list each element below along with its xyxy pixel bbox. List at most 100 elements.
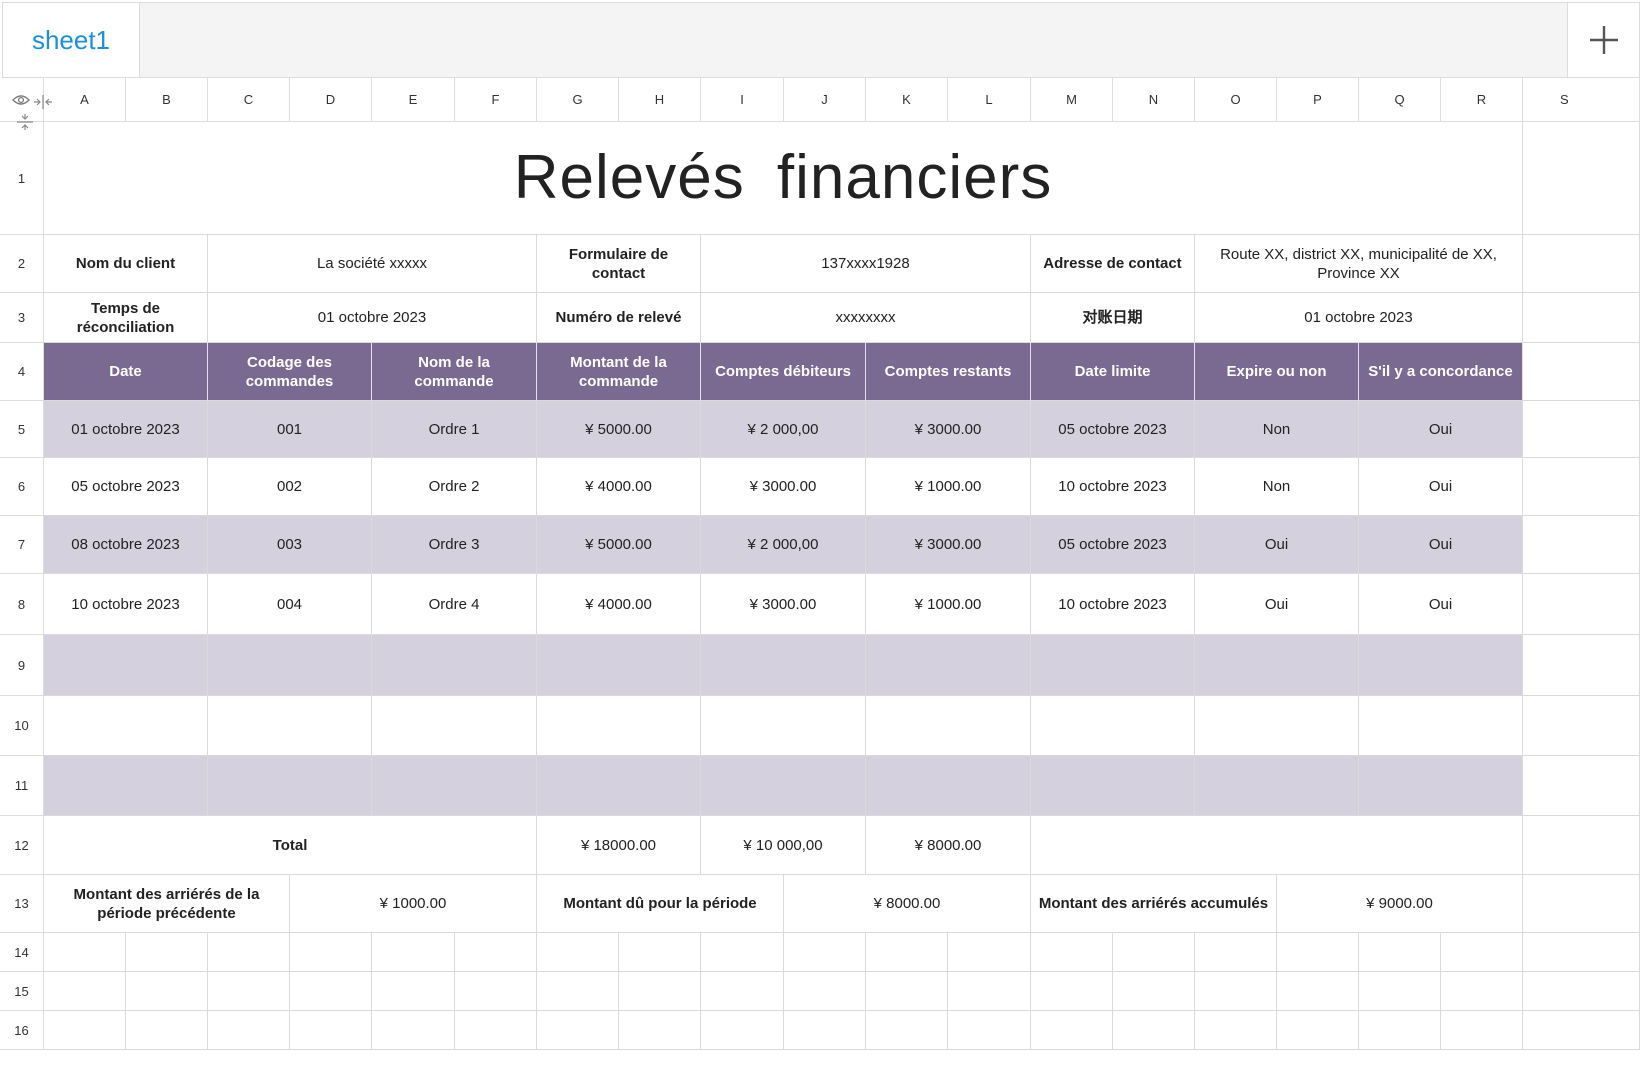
- table-cell[interactable]: Ordre 4: [372, 574, 537, 635]
- table-cell[interactable]: Ordre 1: [372, 401, 537, 458]
- table-cell[interactable]: ¥ 2 000,00: [701, 516, 866, 574]
- column-header-d[interactable]: D: [290, 78, 372, 122]
- empty-cell[interactable]: [1441, 933, 1523, 972]
- empty-cell[interactable]: [1031, 972, 1113, 1011]
- empty-cell[interactable]: [290, 933, 372, 972]
- table-cell[interactable]: Non: [1195, 458, 1359, 516]
- empty-cell[interactable]: [455, 972, 537, 1011]
- empty-cell[interactable]: [1113, 972, 1195, 1011]
- empty-cell[interactable]: [1195, 1011, 1277, 1050]
- statement-number-value[interactable]: xxxxxxxx: [701, 293, 1031, 343]
- table-cell[interactable]: ¥ 1000.00: [866, 458, 1031, 516]
- accum-arrears-label[interactable]: Montant des arriérés accumulés: [1031, 875, 1277, 933]
- column-header-k[interactable]: K: [866, 78, 948, 122]
- row-header-8[interactable]: 8: [0, 574, 44, 635]
- table-header[interactable]: Comptes débiteurs: [701, 343, 866, 401]
- empty-cell[interactable]: [126, 933, 208, 972]
- table-cell[interactable]: ¥ 4000.00: [537, 574, 701, 635]
- table-cell[interactable]: Oui: [1195, 574, 1359, 635]
- eye-icon[interactable]: [12, 94, 30, 106]
- cell-s5[interactable]: [1523, 401, 1640, 458]
- empty-cell[interactable]: [537, 933, 619, 972]
- empty-cell[interactable]: [1359, 1011, 1441, 1050]
- table-cell[interactable]: 002: [208, 458, 372, 516]
- empty-cell[interactable]: [208, 1011, 290, 1050]
- empty-cell[interactable]: [784, 933, 866, 972]
- empty-table-cell[interactable]: [44, 696, 208, 756]
- table-cell[interactable]: 05 octobre 2023: [1031, 401, 1195, 458]
- empty-table-cell[interactable]: [1031, 696, 1195, 756]
- empty-cell[interactable]: [1113, 933, 1195, 972]
- cell-s7[interactable]: [1523, 516, 1640, 574]
- table-cell[interactable]: 10 octobre 2023: [44, 574, 208, 635]
- empty-cell[interactable]: [1523, 972, 1640, 1011]
- empty-table-cell[interactable]: [1359, 696, 1523, 756]
- empty-cell[interactable]: [948, 972, 1031, 1011]
- empty-cell[interactable]: [372, 1011, 455, 1050]
- row-header-15[interactable]: 15: [0, 972, 44, 1011]
- empty-cell[interactable]: [1195, 972, 1277, 1011]
- table-cell[interactable]: 003: [208, 516, 372, 574]
- empty-table-cell[interactable]: [1359, 756, 1523, 816]
- table-cell[interactable]: 10 octobre 2023: [1031, 574, 1195, 635]
- column-header-p[interactable]: P: [1277, 78, 1359, 122]
- empty-cell[interactable]: [537, 1011, 619, 1050]
- empty-cell[interactable]: [1359, 933, 1441, 972]
- row-header-6[interactable]: 6: [0, 458, 44, 516]
- empty-table-cell[interactable]: [372, 756, 537, 816]
- table-cell[interactable]: 01 octobre 2023: [44, 401, 208, 458]
- table-cell[interactable]: Oui: [1195, 516, 1359, 574]
- empty-cell[interactable]: [1359, 972, 1441, 1011]
- column-header-c[interactable]: C: [208, 78, 290, 122]
- column-header-h[interactable]: H: [619, 78, 701, 122]
- empty-table-cell[interactable]: [1195, 756, 1359, 816]
- table-header[interactable]: Codage des commandes: [208, 343, 372, 401]
- sheet-title[interactable]: Relevés financiers: [44, 122, 1523, 235]
- table-header[interactable]: Montant de la commande: [537, 343, 701, 401]
- table-cell[interactable]: ¥ 4000.00: [537, 458, 701, 516]
- empty-table-cell[interactable]: [372, 635, 537, 696]
- empty-table-cell[interactable]: [866, 756, 1031, 816]
- empty-cell[interactable]: [372, 972, 455, 1011]
- table-cell[interactable]: 004: [208, 574, 372, 635]
- row-header-3[interactable]: 3: [0, 293, 44, 343]
- empty-cell[interactable]: [1195, 933, 1277, 972]
- table-cell[interactable]: 05 octobre 2023: [44, 458, 208, 516]
- client-value[interactable]: La société xxxxx: [208, 235, 537, 293]
- prev-arrears-label[interactable]: Montant des arriérés de la période précé…: [44, 875, 290, 933]
- client-label[interactable]: Nom du client: [44, 235, 208, 293]
- empty-cell[interactable]: [784, 1011, 866, 1050]
- address-label[interactable]: Adresse de contact: [1031, 235, 1195, 293]
- table-cell[interactable]: ¥ 1000.00: [866, 574, 1031, 635]
- empty-cell[interactable]: [372, 933, 455, 972]
- empty-cell[interactable]: [126, 1011, 208, 1050]
- empty-table-cell[interactable]: [701, 635, 866, 696]
- table-header[interactable]: Expire ou non: [1195, 343, 1359, 401]
- empty-cell[interactable]: [866, 972, 948, 1011]
- empty-cell[interactable]: [701, 933, 784, 972]
- empty-table-cell[interactable]: [1359, 635, 1523, 696]
- empty-cell[interactable]: [126, 972, 208, 1011]
- row-header-12[interactable]: 12: [0, 816, 44, 875]
- empty-cell[interactable]: [455, 1011, 537, 1050]
- empty-cell[interactable]: [784, 972, 866, 1011]
- column-header-e[interactable]: E: [372, 78, 455, 122]
- table-cell[interactable]: ¥ 3000.00: [866, 401, 1031, 458]
- empty-table-cell[interactable]: [1195, 696, 1359, 756]
- total-debits[interactable]: ¥ 10 000,00: [701, 816, 866, 875]
- table-cell[interactable]: ¥ 3000.00: [701, 574, 866, 635]
- empty-cell[interactable]: [44, 933, 126, 972]
- column-header-b[interactable]: B: [126, 78, 208, 122]
- empty-cell[interactable]: [619, 1011, 701, 1050]
- empty-cell[interactable]: [290, 1011, 372, 1050]
- column-header-i[interactable]: I: [701, 78, 784, 122]
- empty-cell[interactable]: [1523, 933, 1640, 972]
- recon-time-label[interactable]: Temps de réconciliation: [44, 293, 208, 343]
- table-header[interactable]: Date limite: [1031, 343, 1195, 401]
- table-cell[interactable]: 10 octobre 2023: [1031, 458, 1195, 516]
- table-header[interactable]: S'il y a concordance: [1359, 343, 1523, 401]
- accum-arrears-value[interactable]: ¥ 9000.00: [1277, 875, 1523, 933]
- empty-cell[interactable]: [455, 933, 537, 972]
- row-header-5[interactable]: 5: [0, 401, 44, 458]
- table-header[interactable]: Date: [44, 343, 208, 401]
